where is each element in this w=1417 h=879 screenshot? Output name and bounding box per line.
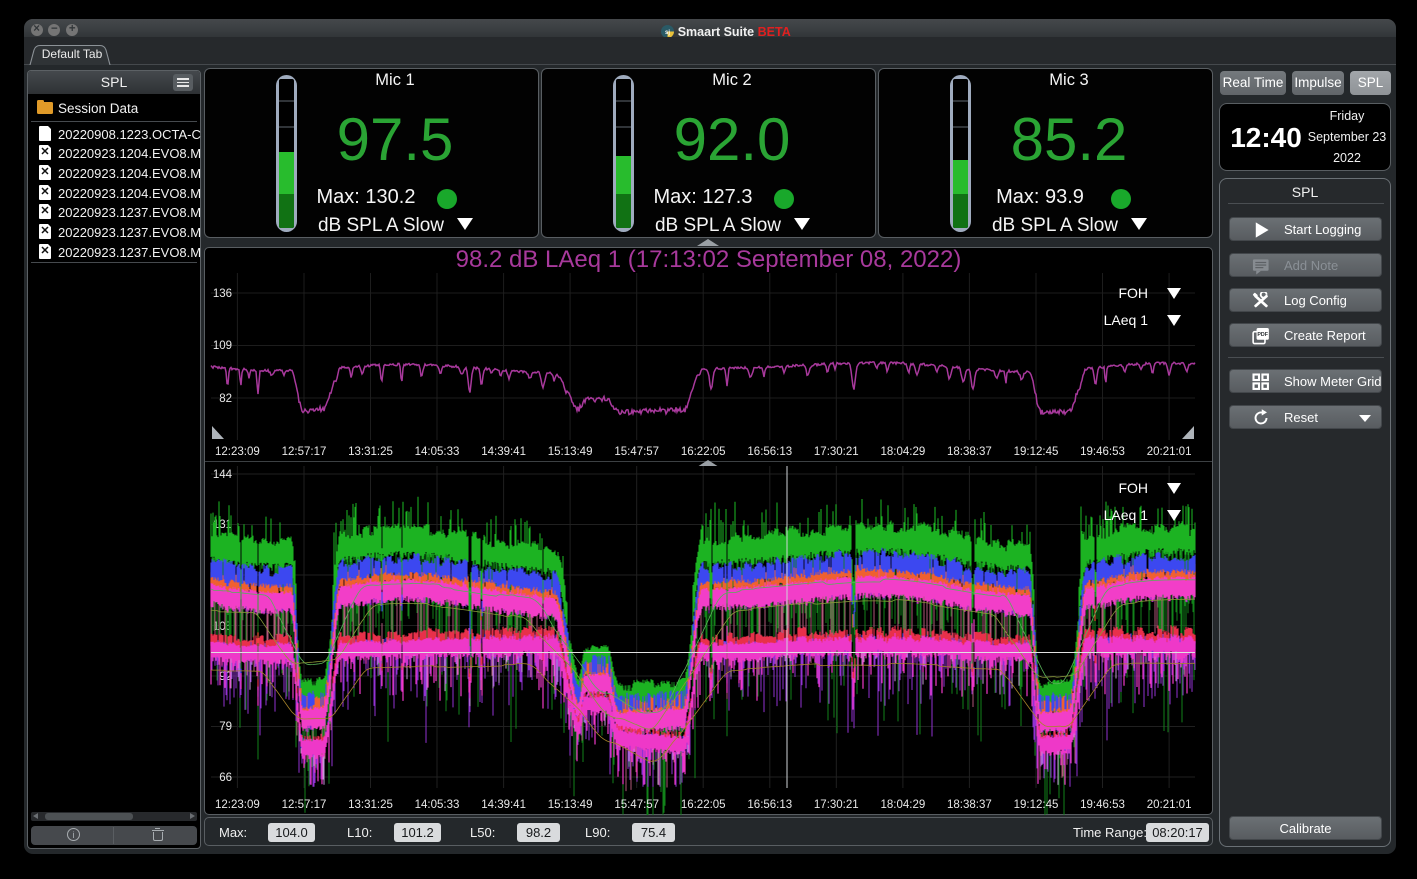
svg-text:15:47:57: 15:47:57 [614, 799, 659, 811]
svg-text:19:12:45: 19:12:45 [1014, 799, 1059, 811]
svg-text:18:04:29: 18:04:29 [881, 446, 926, 458]
svg-text:16:56:13: 16:56:13 [747, 446, 792, 458]
svg-text:LAeq 1: LAeq 1 [1104, 312, 1149, 328]
svg-text:16:22:05: 16:22:05 [681, 446, 726, 458]
svg-text:79: 79 [219, 721, 232, 733]
svg-text:PDF: PDF [1257, 332, 1268, 338]
svg-text:14:05:33: 14:05:33 [415, 446, 460, 458]
svg-text:109: 109 [213, 340, 232, 352]
svg-text:18:38:37: 18:38:37 [947, 799, 992, 811]
svg-text:15:47:57: 15:47:57 [614, 446, 659, 458]
svg-text:20:21:01: 20:21:01 [1147, 446, 1192, 458]
svg-text:12:23:09: 12:23:09 [215, 446, 260, 458]
svg-text:18:04:29: 18:04:29 [881, 799, 926, 811]
svg-text:17:30:21: 17:30:21 [814, 799, 859, 811]
svg-text:LAeq 1: LAeq 1 [1104, 507, 1149, 523]
svg-text:19:12:45: 19:12:45 [1014, 446, 1059, 458]
svg-text:82: 82 [219, 393, 232, 405]
svg-text:15:13:49: 15:13:49 [548, 799, 593, 811]
svg-text:14:39:41: 14:39:41 [481, 446, 526, 458]
svg-text:18:38:37: 18:38:37 [947, 446, 992, 458]
svg-text:19:46:53: 19:46:53 [1080, 799, 1125, 811]
svg-text:14:39:41: 14:39:41 [481, 799, 526, 811]
svg-text:17:30:21: 17:30:21 [814, 446, 859, 458]
svg-text:FOH: FOH [1118, 480, 1148, 496]
svg-text:19:46:53: 19:46:53 [1080, 446, 1125, 458]
svg-text:12:57:17: 12:57:17 [282, 799, 327, 811]
svg-text:13:31:25: 13:31:25 [348, 446, 393, 458]
svg-text:FOH: FOH [1118, 285, 1148, 301]
svg-text:136: 136 [213, 288, 232, 300]
svg-text:66: 66 [219, 772, 232, 784]
svg-text:sj: sj [665, 30, 670, 36]
svg-text:16:22:05: 16:22:05 [681, 799, 726, 811]
svg-text:16:56:13: 16:56:13 [747, 799, 792, 811]
svg-text:15:13:49: 15:13:49 [548, 446, 593, 458]
svg-text:12:23:09: 12:23:09 [215, 799, 260, 811]
svg-text:13:31:25: 13:31:25 [348, 799, 393, 811]
svg-text:20:21:01: 20:21:01 [1147, 799, 1192, 811]
svg-text:144: 144 [213, 469, 233, 481]
svg-text:12:57:17: 12:57:17 [282, 446, 327, 458]
svg-text:14:05:33: 14:05:33 [415, 799, 460, 811]
